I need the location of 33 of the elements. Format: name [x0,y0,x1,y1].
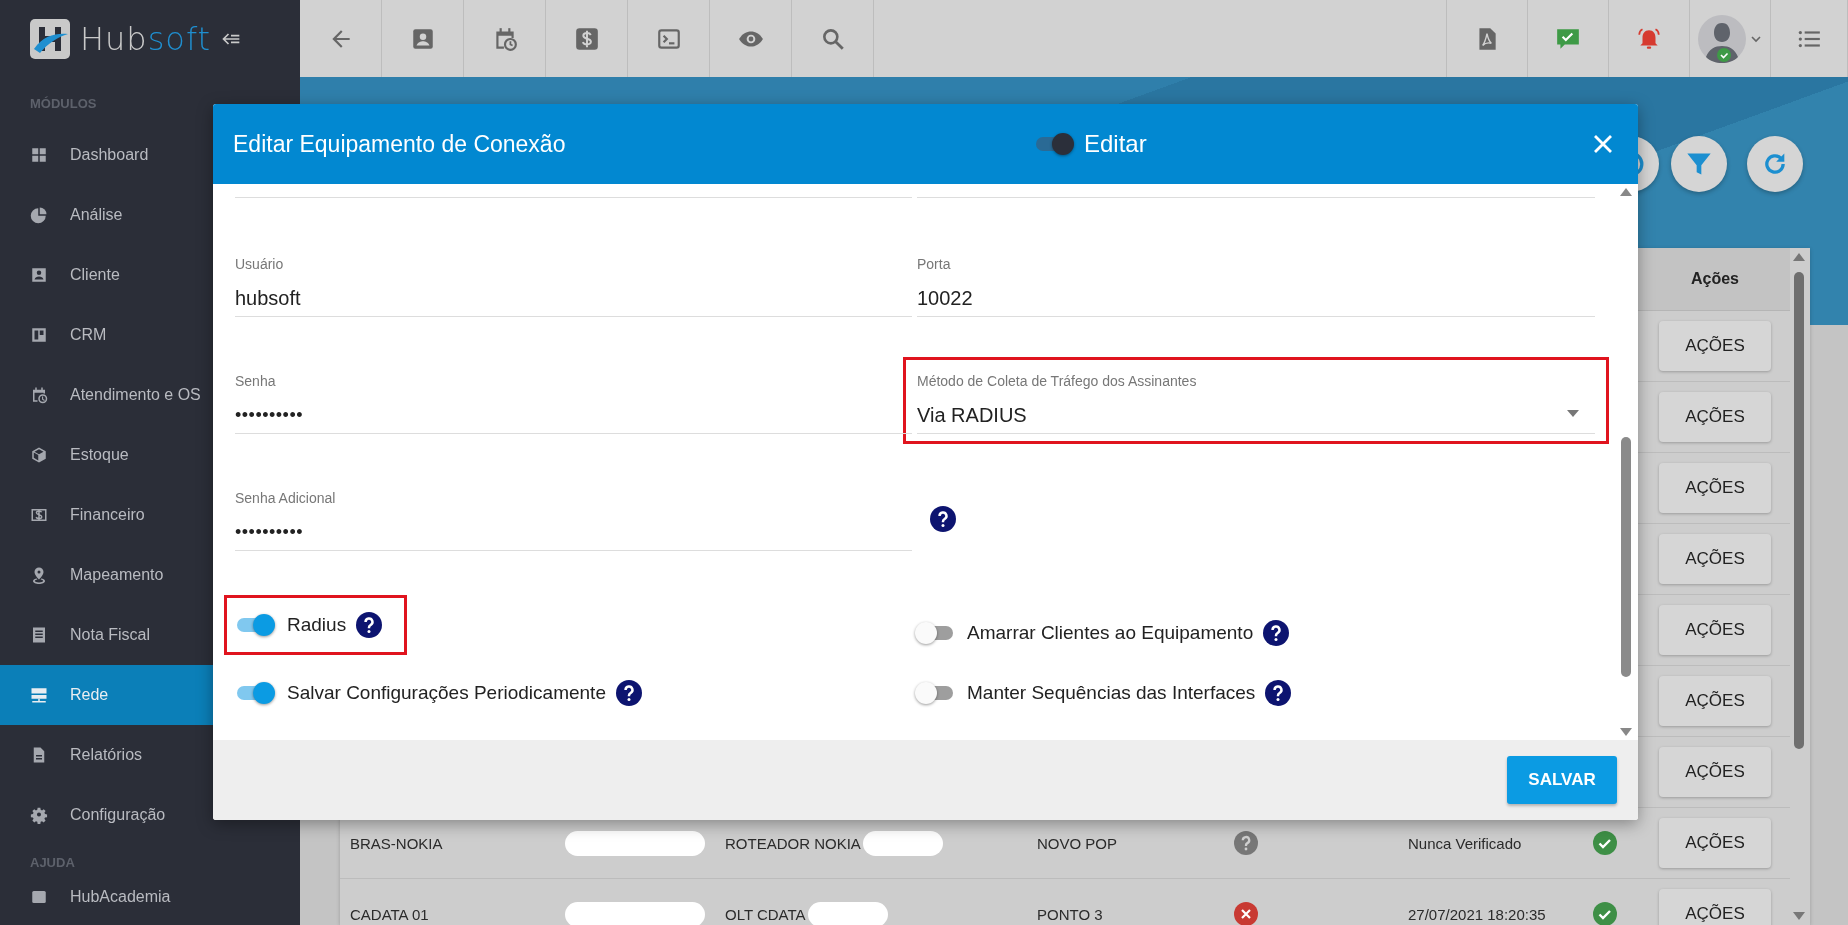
logo-text: Hubsoft [80,19,212,58]
password-field[interactable]: Senha •••••••••• [235,373,912,434]
table-cell: OLT CDATA [725,905,806,923]
sidebar-item[interactable]: HubAcademia [0,877,300,917]
switch-label: Editar [1084,130,1147,158]
sidebar-item[interactable]: Configuração [0,785,300,845]
actions-button[interactable]: AÇÕES [1659,605,1771,655]
sidebar-item[interactable]: Relatórios [0,725,300,785]
table-cell: Nunca Verificado [1408,834,1522,852]
text-field[interactable]: Usuário hubsoft [235,256,912,317]
actions-button[interactable]: AÇÕES [1659,392,1771,442]
switch-label: Manter Sequências das Interfaces [967,682,1256,704]
switch-label: Radius [287,614,347,636]
table-cell: CADATA 01 [350,905,429,923]
text-field[interactable]: Porta 10022 [917,256,1595,317]
actions-button[interactable]: AÇÕES [1659,321,1771,371]
select-field[interactable]: Método de Coleta de Tráfego dos Assinantes Via RADIUS [917,373,1595,434]
table-cell: NOVO POP [1037,834,1118,852]
actions-button[interactable]: AÇÕES [1659,747,1771,797]
actions-button[interactable]: AÇÕES [1659,463,1771,513]
table-cell: 27/07/2021 18:20:35 [1408,905,1546,923]
table-cell: ROTEADOR NOKIA [725,834,861,852]
table-cell: PONTO 3 [1037,905,1103,923]
password-field[interactable]: Senha Adicional •••••••••• [235,490,912,551]
sidebar-item[interactable]: Análise [0,185,300,245]
actions-button[interactable]: AÇÕES [1659,676,1771,726]
table-cell: BRAS-NOKIA [350,834,443,852]
actions-button[interactable]: AÇÕES [1659,818,1771,868]
switch-label: Amarrar Clientes ao Equipamento [967,622,1254,644]
actions-button[interactable]: AÇÕES [1659,534,1771,584]
column-header: Ações [1690,269,1740,289]
dialog-title: Editar Equipamento de Conexão [233,130,567,158]
actions-button[interactable]: AÇÕES [1659,889,1771,925]
